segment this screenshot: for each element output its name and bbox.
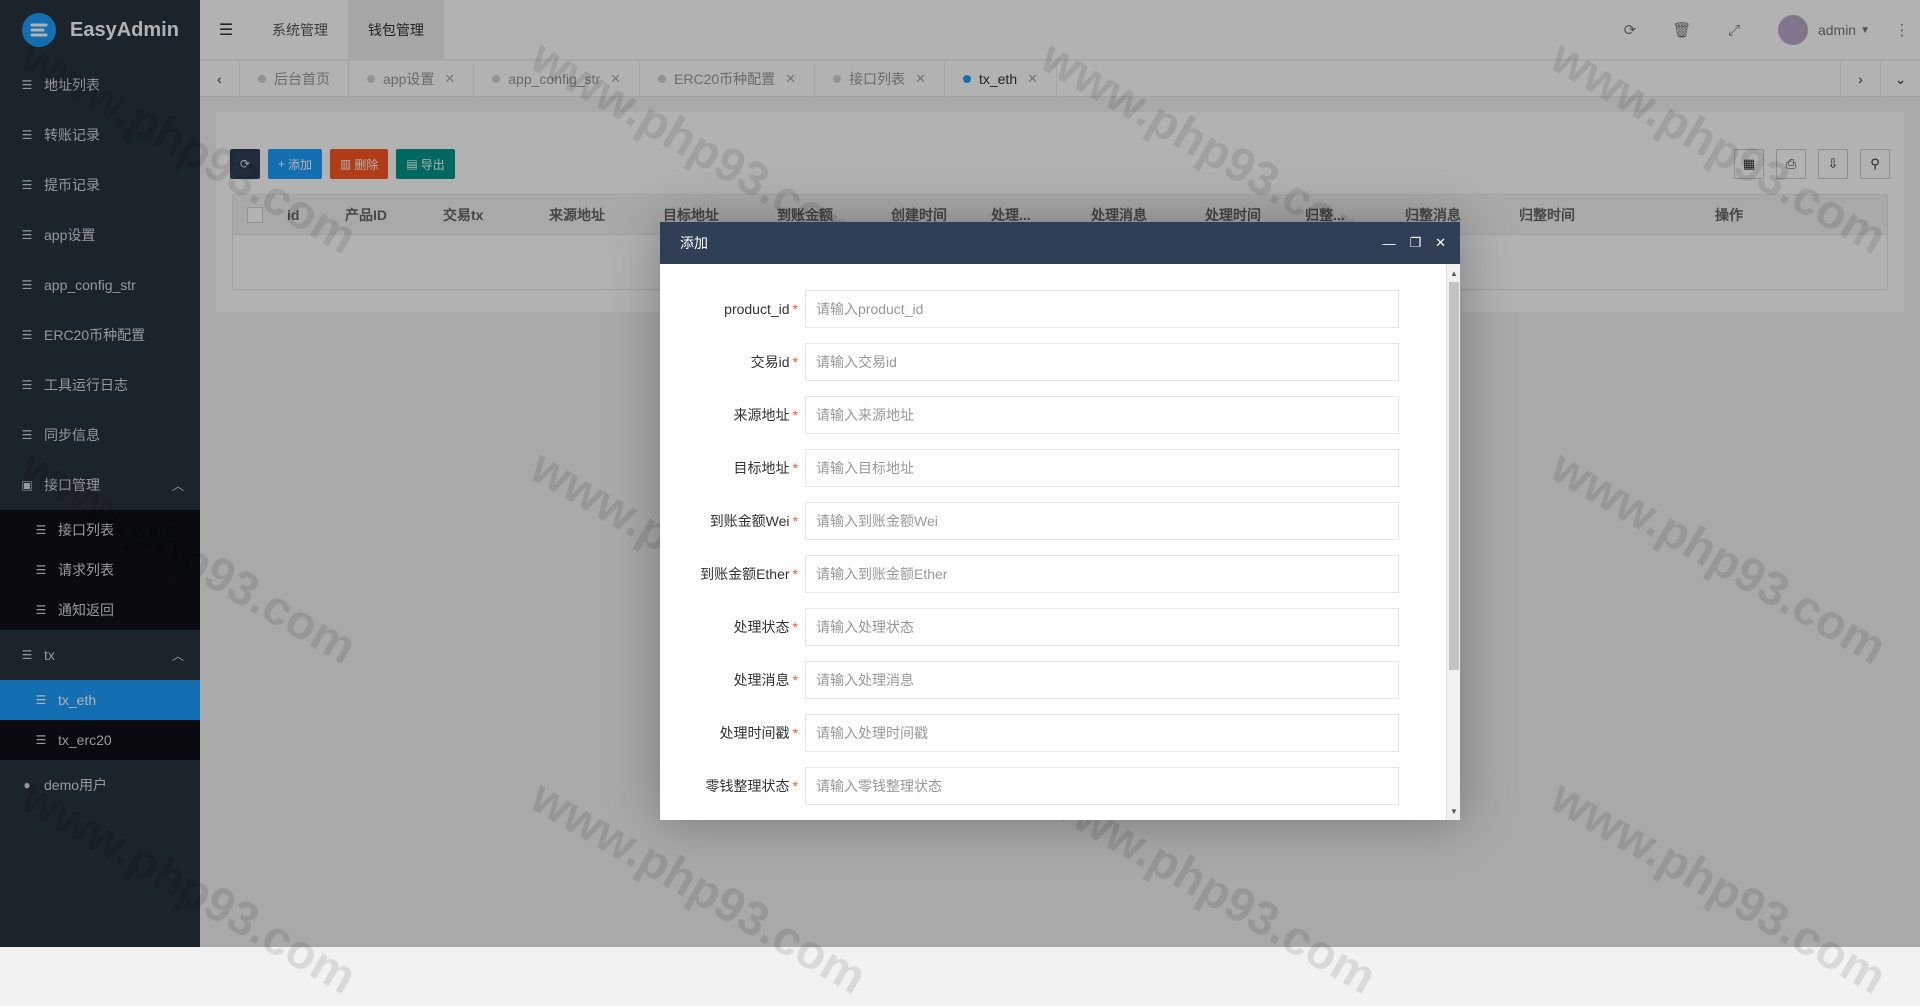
process-message-input[interactable] — [805, 661, 1399, 699]
field-label-process-timestamp: 处理时间戳 * — [719, 725, 798, 741]
form-row-tx-id: 交易id * — [660, 342, 1420, 382]
product-id-input[interactable] — [805, 290, 1399, 328]
tx-id-input[interactable] — [805, 343, 1399, 381]
field-label-from-address: 来源地址 * — [733, 407, 798, 423]
process-status-input[interactable] — [805, 608, 1399, 646]
amount-ether-input[interactable] — [805, 555, 1399, 593]
sweep-status-input[interactable] — [805, 767, 1399, 805]
maximize-icon[interactable]: ❐ — [1409, 235, 1421, 251]
form-row-product-id: product_id * — [660, 289, 1420, 329]
dialog-scrollbar[interactable]: ▲ ▼ — [1446, 264, 1460, 820]
form-row-process-status: 处理状态 * — [660, 607, 1420, 647]
form-row-process-timestamp: 处理时间戳 * — [660, 713, 1420, 753]
amount-wei-input[interactable] — [805, 502, 1399, 540]
from-address-input[interactable] — [805, 396, 1399, 434]
field-label-tx-id: 交易id * — [750, 354, 798, 370]
form-row-process-message: 处理消息 * — [660, 660, 1420, 700]
form-row-amount-ether: 到账金额Ether * — [660, 554, 1420, 594]
field-label-process-status: 处理状态 * — [733, 619, 798, 635]
minimize-icon[interactable]: — — [1382, 236, 1395, 251]
dialog-body: product_id* 交易id* 来源地址* 目标地址* 到账金额Wei* 到… — [660, 264, 1460, 820]
field-label-amount-ether: 到账金额Ether * — [700, 566, 798, 582]
form-row-to-address: 目标地址 * — [660, 448, 1420, 488]
dialog-controls: — ❐ ✕ — [1382, 222, 1446, 264]
dialog-header[interactable]: 添加 — ❐ ✕ — [660, 222, 1460, 264]
form-row-sweep-status: 零钱整理状态 * — [660, 766, 1420, 806]
close-icon[interactable]: ✕ — [1435, 235, 1446, 251]
field-label-amount-wei: 到账金额Wei * — [709, 513, 798, 529]
scroll-down-icon[interactable]: ▼ — [1447, 804, 1460, 818]
field-label-process-message: 处理消息 * — [733, 672, 798, 688]
scrollbar-thumb[interactable] — [1449, 282, 1459, 670]
form-row-amount-wei: 到账金额Wei * — [660, 501, 1420, 541]
dialog-title: 添加 — [680, 235, 708, 251]
scroll-up-icon[interactable]: ▲ — [1447, 266, 1460, 280]
form-row-from-address: 来源地址 * — [660, 395, 1420, 435]
field-label-to-address: 目标地址 * — [733, 460, 798, 476]
field-label-sweep-status: 零钱整理状态 * — [705, 778, 798, 794]
process-timestamp-input[interactable] — [805, 714, 1399, 752]
to-address-input[interactable] — [805, 449, 1399, 487]
add-dialog: 添加 — ❐ ✕ product_id* 交易id* 来源地址* 目标地址* 到… — [660, 222, 1460, 820]
field-label-product-id: product_id * — [724, 301, 798, 317]
